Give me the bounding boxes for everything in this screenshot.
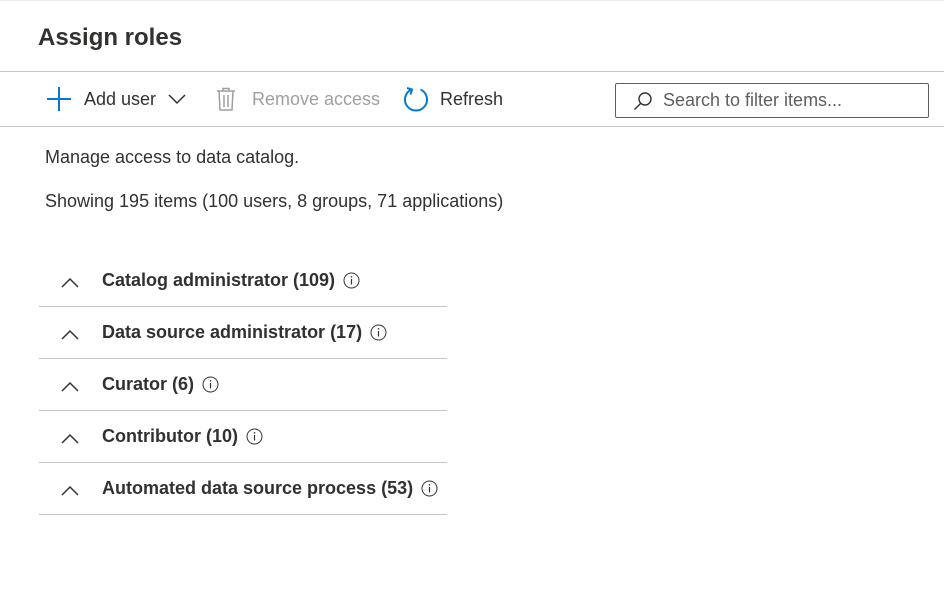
role-group-label: Data source administrator (17) (102, 322, 363, 342)
refresh-label: Refresh (440, 88, 504, 109)
plus-icon (46, 86, 72, 112)
item-count-summary: Showing 195 items (100 users, 8 groups, … (45, 191, 504, 211)
page-title: Assign roles (38, 24, 183, 51)
role-group-label: Catalog administrator (109) (102, 270, 336, 290)
add-user-button[interactable]: Add user (46, 72, 186, 126)
refresh-icon (403, 86, 429, 112)
top-border (0, 0, 944, 1)
role-group-header: Contributor (10) (102, 426, 263, 447)
chevron-up-icon[interactable] (59, 428, 81, 450)
role-group-header: Catalog administrator (109) (102, 270, 360, 291)
add-user-label: Add user (84, 88, 157, 109)
role-group-automated-data-source-process[interactable]: Automated data source process (53) (39, 464, 447, 515)
trash-icon (216, 87, 236, 111)
role-group-header: Automated data source process (53) (102, 478, 438, 499)
chevron-up-icon[interactable] (59, 272, 81, 294)
chevron-down-icon[interactable] (168, 93, 186, 105)
role-group-label: Automated data source process (53) (102, 478, 414, 498)
info-icon[interactable] (421, 480, 438, 497)
role-list: Catalog administrator (109) Data source … (39, 256, 447, 516)
command-bar: Add user Remove access Refresh (0, 71, 944, 127)
chevron-up-icon[interactable] (59, 376, 81, 398)
search-icon (633, 91, 653, 111)
role-group-label: Contributor (10) (102, 426, 238, 446)
remove-access-button[interactable]: Remove access (216, 72, 380, 126)
role-group-curator[interactable]: Curator (6) (39, 360, 447, 411)
role-group-label: Curator (6) (102, 374, 195, 394)
remove-access-label: Remove access (252, 88, 381, 109)
role-group-header: Curator (6) (102, 374, 219, 395)
info-icon[interactable] (343, 272, 360, 289)
description-text: Manage access to data catalog. (45, 147, 300, 167)
chevron-up-icon[interactable] (59, 480, 81, 502)
search-box[interactable] (615, 83, 929, 118)
role-group-data-source-administrator[interactable]: Data source administrator (17) (39, 308, 447, 359)
info-icon[interactable] (202, 376, 219, 393)
role-group-catalog-administrator[interactable]: Catalog administrator (109) (39, 256, 447, 307)
refresh-button[interactable]: Refresh (403, 72, 503, 126)
info-icon[interactable] (246, 428, 263, 445)
chevron-up-icon[interactable] (59, 324, 81, 346)
info-icon[interactable] (370, 324, 387, 341)
role-group-header: Data source administrator (17) (102, 322, 387, 343)
search-input[interactable] (663, 90, 923, 111)
role-group-contributor[interactable]: Contributor (10) (39, 412, 447, 463)
